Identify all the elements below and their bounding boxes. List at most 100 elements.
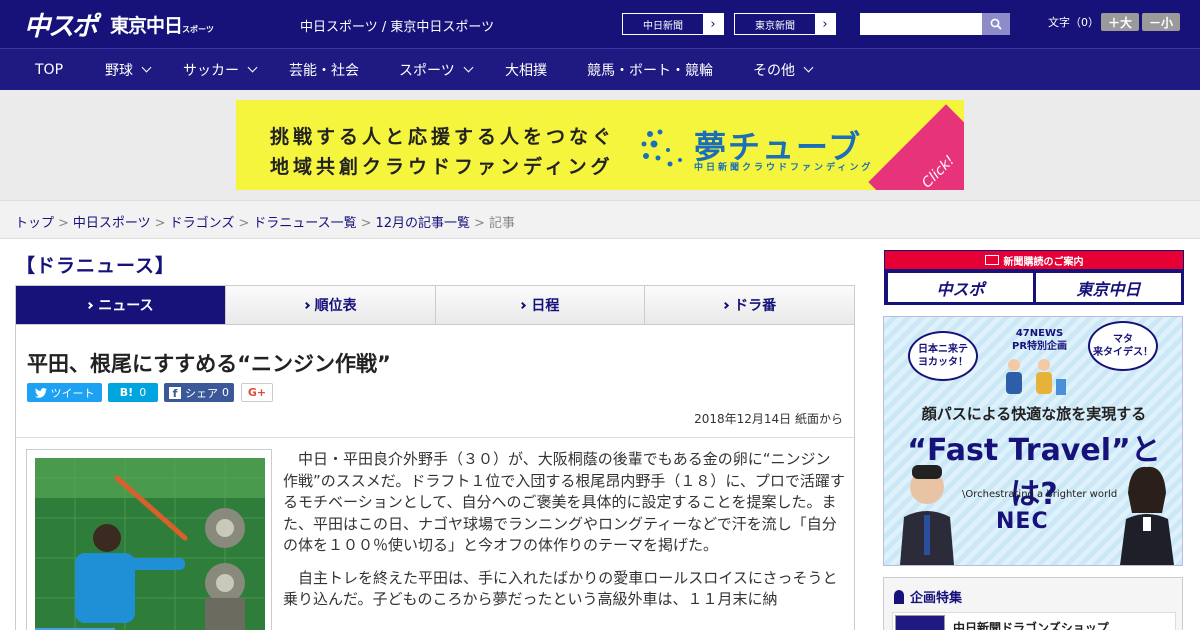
chevron-right-icon: ›	[703, 14, 723, 34]
site-header: 中スポ 東京中日スポーツ 中日スポーツ / 東京中日スポーツ 中日新聞 › 東京…	[0, 0, 1200, 48]
nav-label: スポーツ	[399, 62, 455, 79]
site-title: 中日スポーツ / 東京中日スポーツ	[300, 20, 495, 35]
breadcrumb: トップ > 中日スポーツ > ドラゴンズ > ドラニュース一覧 >12月の記事一覧 > 記事	[15, 212, 515, 231]
font-size-decrease-button[interactable]: －小	[1142, 13, 1180, 31]
article-paragraph: 中日・平田良介外野手（３０）が、大阪桐蔭の後輩でもある金の卵に“ニンジン作戦”の…	[283, 450, 845, 554]
facebook-share-button[interactable]: f シェア 0	[164, 383, 234, 402]
article-photo-frame[interactable]	[26, 449, 272, 630]
facebook-label: シェア	[185, 386, 218, 400]
tokyo-logo-text: 東京中日	[110, 15, 183, 37]
tab-label: 日程	[531, 298, 560, 314]
tab-standings[interactable]: 順位表	[225, 286, 436, 324]
chevron-right-icon	[722, 301, 730, 309]
feature-item-label: 中日新聞ドラゴンズショップ	[953, 621, 1109, 630]
subscribe-chuspo-button[interactable]: 中スポ	[888, 273, 1033, 302]
font-size-label: 文字（0）	[1048, 16, 1099, 29]
breadcrumb-chunichi-sports[interactable]: 中日スポーツ	[73, 216, 151, 231]
nav-label: 野球	[105, 62, 133, 79]
nav-item-racing[interactable]: 競馬・ボート・競輪	[587, 49, 713, 90]
nec-logo: NEC	[996, 509, 1049, 534]
chevron-right-icon	[302, 301, 310, 309]
feature-item-dragons-shop[interactable]: 中日新聞ドラゴンズショップ	[892, 612, 1176, 630]
breadcrumb-sep: >	[154, 216, 166, 231]
breadcrumb-dragons[interactable]: ドラゴンズ	[170, 216, 235, 231]
tab-label: ニュース	[98, 298, 154, 314]
tokyo-logo-sub: スポーツ	[182, 25, 214, 34]
feature-title-label: 企画特集	[910, 591, 963, 606]
chevron-down-icon	[463, 62, 474, 73]
facebook-count: 0	[222, 386, 229, 399]
nav-label: 大相撲	[505, 62, 547, 79]
subscribe-tokyo-button[interactable]: 東京中日	[1036, 273, 1181, 302]
nav-item-soccer[interactable]: サッカー	[183, 49, 258, 90]
ad-bubble-right: マタ 来タイデス！	[1088, 321, 1158, 371]
chevron-down-icon	[141, 62, 152, 73]
chevron-right-icon	[519, 301, 527, 309]
chunichi-shimbun-label: 中日新聞	[643, 20, 683, 32]
news-tabs: ニュース 順位表 日程 ドラ番	[15, 285, 855, 332]
tokyo-shimbun-link[interactable]: 東京新聞 ›	[734, 13, 836, 35]
nav-label: サッカー	[183, 62, 239, 79]
search-input[interactable]	[860, 13, 982, 35]
chevron-down-icon	[247, 62, 258, 73]
breadcrumb-bar: トップ > 中日スポーツ > ドラゴンズ > ドラニュース一覧 >12月の記事一覧 > 記事	[0, 200, 1200, 239]
breadcrumb-news-list[interactable]: ドラニュース一覧	[253, 216, 356, 231]
font-size-increase-button[interactable]: ＋大	[1101, 13, 1139, 31]
google-plus-button[interactable]: G+	[241, 383, 273, 402]
tab-schedule[interactable]: 日程	[435, 286, 646, 324]
tweet-button[interactable]: ツイート	[27, 383, 102, 402]
nec-fast-travel-ad[interactable]: 日本ニ来テ ヨカッタ！ 47NEWS PR特別企画 マタ 来タイデス！ 顔パスによ…	[883, 316, 1183, 566]
man-photo	[900, 465, 954, 565]
nav-label: 芸能・社会	[289, 62, 359, 79]
ad-line-1: 挑戦する人と応援する人をつなぐ	[270, 126, 616, 148]
article-dateline: 2018年12月14日 紙面から	[694, 412, 843, 426]
chuspo-logo[interactable]: 中スポ	[24, 6, 98, 43]
article-photo	[35, 458, 265, 630]
breadcrumb-sep: >	[58, 216, 69, 231]
feature-title: 企画特集	[894, 587, 962, 606]
tokyo-chunichi-logo[interactable]: 東京中日スポーツ	[110, 11, 214, 38]
section-heading: 【ドラニュース】	[16, 255, 176, 277]
twitter-icon	[34, 387, 47, 398]
nav-label: その他	[753, 62, 795, 79]
tokyo-shimbun-label: 東京新聞	[755, 20, 795, 32]
ad-pr-line2: PR特別企画	[1012, 341, 1068, 352]
travelers-illustration	[1006, 359, 1066, 395]
tab-label: ドラ番	[734, 298, 777, 314]
search-icon	[990, 18, 1002, 30]
breadcrumb-sep: >	[360, 216, 372, 231]
chunichi-shimbun-link[interactable]: 中日新聞 ›	[622, 13, 724, 35]
tab-label: 順位表	[314, 298, 357, 314]
article-divider	[16, 437, 854, 438]
article: 平田、根尾にすすめる“ニンジン作戦” ツイート B! 0 f シェア 0 G+ …	[15, 324, 855, 630]
feature-section: 企画特集 中日新聞ドラゴンズショップ	[883, 577, 1183, 630]
article-body: 中日・平田良介外野手（３０）が、大阪桐蔭の後輩でもある金の卵に“ニンジン作戦”の…	[283, 449, 845, 622]
nav-item-other[interactable]: その他	[753, 49, 814, 90]
main-nav: TOP 野球 サッカー 芸能・社会 スポーツ 大相撲 競馬・ボート・競輪 その他	[0, 48, 1200, 90]
tab-news[interactable]: ニュース	[16, 286, 226, 332]
breadcrumb-top[interactable]: トップ	[15, 216, 54, 231]
crowdfunding-ad-banner[interactable]: 挑戦する人と応援する人をつなぐ 地域共創クラウドファンディング 夢チューブ 中日…	[236, 100, 964, 190]
article-headline: 平田、根尾にすすめる“ニンジン作戦”	[27, 352, 391, 376]
breadcrumb-december-list[interactable]: 12月の記事一覧	[376, 216, 471, 231]
hatena-bookmark-button[interactable]: B! 0	[108, 383, 158, 402]
nav-item-baseball[interactable]: 野球	[105, 49, 152, 90]
search-button[interactable]	[982, 13, 1010, 35]
nav-label: TOP	[35, 61, 64, 78]
subscription-head-label: 新聞購読のご案内	[1003, 256, 1084, 268]
tab-dorabang[interactable]: ドラ番	[645, 286, 854, 324]
hatena-icon: B!	[119, 386, 134, 399]
hatena-count: 0	[139, 386, 147, 399]
breadcrumb-current: 記事	[488, 216, 515, 231]
ad-pr-line1: 47NEWS	[1015, 328, 1064, 339]
nav-item-entertainment[interactable]: 芸能・社会	[289, 49, 359, 90]
nav-item-sports[interactable]: スポーツ	[399, 49, 474, 90]
breadcrumb-sep: >	[238, 216, 250, 231]
ad-orchestrating: \Orchestrating a brighter world	[962, 489, 1118, 500]
chevron-down-icon	[803, 62, 814, 73]
nav-item-top[interactable]: TOP	[35, 49, 63, 90]
facebook-icon: f	[169, 386, 181, 400]
batting-practice-photo	[35, 458, 265, 630]
dream-tube-dots-icon	[641, 129, 682, 167]
nav-item-sumo[interactable]: 大相撲	[505, 49, 547, 90]
